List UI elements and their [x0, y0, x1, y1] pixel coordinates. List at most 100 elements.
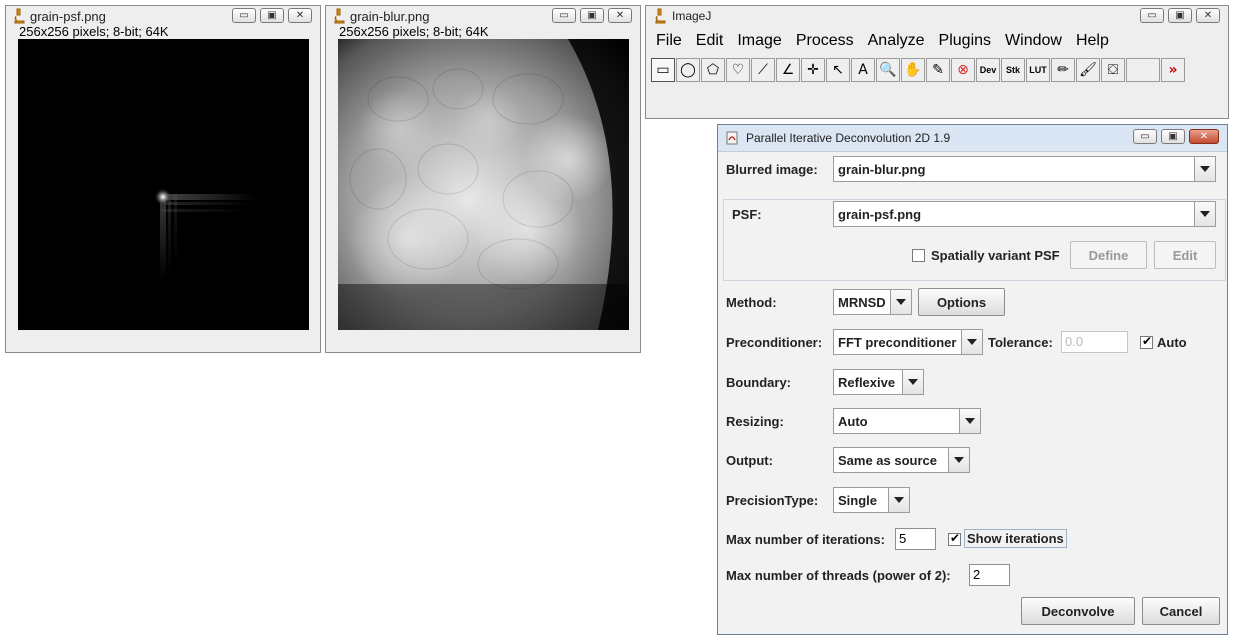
menu-analyze[interactable]: Analyze [868, 32, 925, 50]
maximize-icon: ▣ [1175, 9, 1185, 21]
polygon-tool-button[interactable]: ⬠ [701, 58, 725, 82]
minimize-button[interactable]: ▭ [232, 8, 256, 23]
stk-menu-button[interactable]: Stk [1001, 58, 1025, 82]
angle-tool-button[interactable]: ∠ [776, 58, 800, 82]
brush-tool-button[interactable]: 🖌 [1076, 58, 1100, 82]
minimize-icon: ▭ [1147, 9, 1157, 21]
show-iterations-checkbox[interactable]: ✔ [948, 531, 961, 546]
deconvolve-button[interactable]: Deconvolve [1021, 597, 1135, 625]
dropper-tool-button[interactable]: ✎ [926, 58, 950, 82]
blur-window-titlebar[interactable]: grain-blur.png ▭ ▣ ✕ [326, 6, 640, 26]
magnifier-tool-button[interactable]: 🔍 [876, 58, 900, 82]
precision-label: PrecisionType: [726, 493, 819, 508]
preconditioner-select[interactable]: FFT preconditioner [833, 329, 983, 355]
oval-tool-icon: ◯ [680, 62, 696, 78]
minimize-icon: ▭ [239, 9, 249, 21]
menu-window[interactable]: Window [1005, 32, 1062, 50]
point-tool-icon: ✛ [807, 62, 819, 78]
close-button[interactable]: ✕ [1196, 8, 1220, 23]
menu-plugins[interactable]: Plugins [939, 32, 991, 50]
options-button[interactable]: Options [918, 288, 1005, 316]
boundary-select[interactable]: Reflexive [833, 369, 924, 395]
clear-tool-button[interactable]: ⊗ [951, 58, 975, 82]
menu-edit[interactable]: Edit [696, 32, 724, 50]
blur-image-window[interactable]: grain-blur.png ▭ ▣ ✕ 256x256 pixels; 8-b… [325, 5, 641, 353]
psf-image-window[interactable]: grain-psf.png ▭ ▣ ✕ 256x256 pixels; 8-bi… [5, 5, 321, 353]
output-select[interactable]: Same as source [833, 447, 970, 473]
maximize-button[interactable]: ▣ [580, 8, 604, 23]
pencil-tool-button[interactable]: ✏ [1051, 58, 1075, 82]
wand-tool-button[interactable]: ↖ [826, 58, 850, 82]
menu-image[interactable]: Image [737, 32, 781, 50]
empty-slot-button[interactable] [1126, 58, 1160, 82]
freehand-tool-icon: ♡ [731, 62, 745, 78]
close-icon: ✕ [295, 9, 305, 21]
output-value: Same as source [838, 453, 938, 468]
close-button[interactable]: ✕ [1189, 129, 1219, 144]
lut-menu-button[interactable]: LUT [1026, 58, 1050, 82]
chevron-down-icon [888, 488, 909, 512]
spatially-variant-checkbox[interactable] [912, 249, 925, 262]
tolerance-label: Tolerance: [988, 335, 1053, 350]
menu-file[interactable]: File [656, 32, 682, 50]
boundary-label: Boundary: [726, 375, 791, 390]
blur-image-canvas[interactable] [338, 39, 629, 330]
minimize-button[interactable]: ▭ [1133, 129, 1157, 144]
blurred-image-select[interactable]: grain-blur.png [833, 156, 1216, 182]
text-tool-button[interactable]: A [851, 58, 875, 82]
hand-tool-icon: ✋ [904, 62, 922, 78]
blurred-image-label: Blurred image: [726, 162, 818, 177]
psf-image-canvas[interactable] [18, 39, 309, 330]
maximize-button[interactable]: ▣ [1161, 129, 1185, 144]
edit-button[interactable]: Edit [1154, 241, 1216, 269]
auto-checkbox[interactable]: ✔ [1140, 334, 1153, 349]
imagej-titlebar[interactable]: ImageJ ▭ ▣ ✕ [646, 6, 1228, 26]
menu-help[interactable]: Help [1076, 32, 1109, 50]
more-tools-button[interactable]: » [1161, 58, 1185, 82]
define-button[interactable]: Define [1070, 241, 1147, 269]
method-select[interactable]: MRNSD [833, 289, 912, 315]
resizing-select[interactable]: Auto [833, 408, 981, 434]
imagej-microscope-icon [14, 8, 25, 24]
iterations-label: Max number of iterations: [726, 532, 885, 547]
oval-tool-button[interactable]: ◯ [676, 58, 700, 82]
close-icon: ✕ [1203, 9, 1213, 21]
cancel-button[interactable]: Cancel [1142, 597, 1220, 625]
iterations-input[interactable]: 5 [895, 528, 936, 550]
imagej-title: ImageJ [672, 9, 712, 23]
precision-value: Single [838, 493, 878, 508]
psf-image-info: 256x256 pixels; 8-bit; 64K [19, 24, 169, 39]
line-tool-button[interactable]: ⟋ [751, 58, 775, 82]
rectangle-tool-button[interactable]: ▭ [651, 58, 675, 82]
flood-fill-tool-button[interactable]: ⛋ [1101, 58, 1125, 82]
menu-process[interactable]: Process [796, 32, 854, 50]
chevron-down-icon [961, 330, 982, 354]
psf-select[interactable]: grain-psf.png [833, 201, 1216, 227]
imagej-main-window[interactable]: ImageJ ▭ ▣ ✕ File Edit Image Process Ana… [645, 5, 1229, 119]
threads-input[interactable]: 2 [969, 564, 1010, 586]
text-tool-icon: A [858, 62, 868, 78]
dialog-titlebar[interactable]: Parallel Iterative Deconvolution 2D 1.9 … [718, 125, 1227, 152]
close-icon: ✕ [615, 9, 625, 21]
freehand-tool-button[interactable]: ♡ [726, 58, 750, 82]
precision-select[interactable]: Single [833, 487, 910, 513]
polygon-tool-icon: ⬠ [706, 62, 720, 78]
point-tool-button[interactable]: ✛ [801, 58, 825, 82]
hand-tool-button[interactable]: ✋ [901, 58, 925, 82]
dialog-title: Parallel Iterative Deconvolution 2D 1.9 [746, 131, 951, 145]
minimize-button[interactable]: ▭ [1140, 8, 1164, 23]
dev-menu-button[interactable]: Dev [976, 58, 1000, 82]
psf-label: PSF: [732, 207, 762, 222]
tolerance-input[interactable]: 0.0 [1061, 331, 1128, 353]
close-button[interactable]: ✕ [288, 8, 312, 23]
blur-image [338, 39, 629, 330]
maximize-button[interactable]: ▣ [260, 8, 284, 23]
psf-window-titlebar[interactable]: grain-psf.png ▭ ▣ ✕ [6, 6, 320, 26]
maximize-button[interactable]: ▣ [1168, 8, 1192, 23]
minimize-button[interactable]: ▭ [552, 8, 576, 23]
close-icon: ✕ [1199, 130, 1209, 142]
close-button[interactable]: ✕ [608, 8, 632, 23]
magnifier-tool-icon: 🔍 [879, 62, 897, 78]
stk-menu-icon: Stk [1005, 65, 1020, 75]
deconvolution-dialog[interactable]: Parallel Iterative Deconvolution 2D 1.9 … [717, 124, 1228, 635]
